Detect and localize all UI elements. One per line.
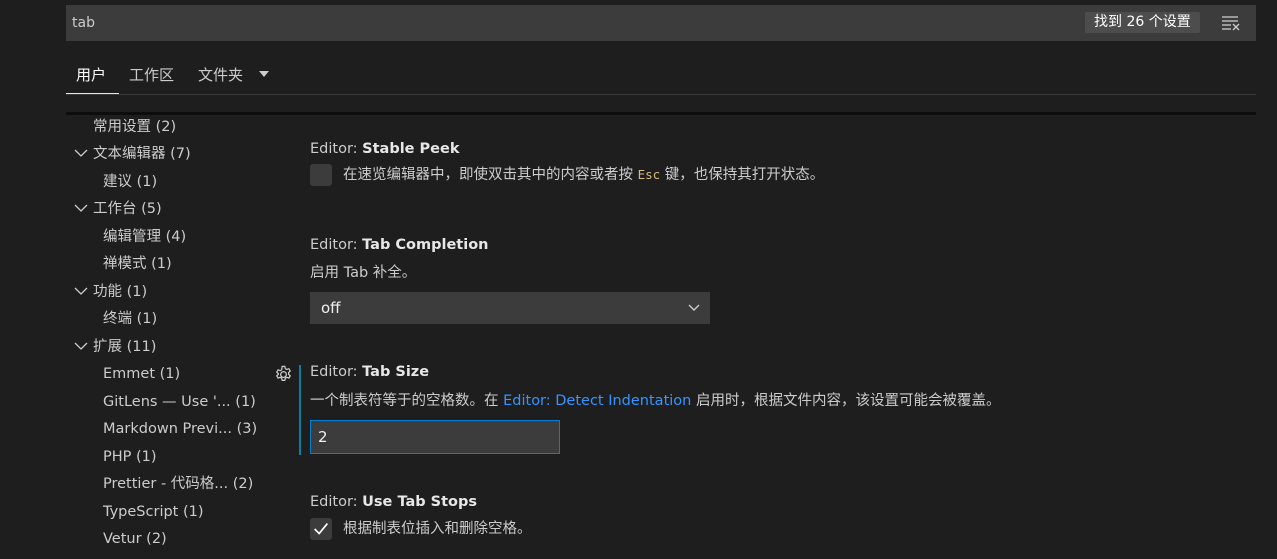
toc-item-label: Markdown Previ... [103, 421, 232, 437]
setting-category: Editor: [310, 141, 363, 157]
chevron-down-icon [74, 342, 88, 350]
settings-search-bar: 找到 26 个设置 [66, 5, 1256, 41]
description-text: 一个制表符等于的空格数。在 [310, 393, 504, 409]
toc-item-count: (1) [136, 174, 158, 190]
description-code: Esc [637, 167, 661, 182]
toc-item-emmet[interactable]: Emmet (1) [103, 361, 180, 387]
check-icon [314, 523, 328, 535]
toc-item-suggest[interactable]: 建议 (1) [103, 169, 157, 195]
setting-title-use-tab-stops: Editor: Use Tab Stops [310, 494, 477, 510]
toc-item-label: 建议 [103, 174, 132, 190]
setting-name: Use Tab Stops [362, 494, 478, 510]
toc-item-count: (2) [155, 119, 177, 135]
chevron-down-icon [688, 304, 700, 311]
toc-item-count: (1) [182, 504, 204, 520]
toc-item-label: 常用设置 [93, 119, 151, 135]
toc-item-count: (3) [236, 421, 258, 437]
toc-item-markdown-preview[interactable]: Markdown Previ... (3) [103, 416, 257, 442]
description-text: 在速览编辑器中，即使双击其中的内容或者按 [343, 167, 638, 183]
toc-item-count: (1) [235, 394, 256, 410]
description-text: 启用时，根据文件内容，该设置可能会被覆盖。 [691, 393, 1001, 409]
toc-item-extensions[interactable]: 扩展 (11) [73, 334, 156, 360]
setting-description-use-tab-stops: 根据制表位插入和删除空格。 [343, 521, 532, 537]
toc-item-label: 编辑管理 [103, 229, 161, 245]
toc-item-text-editor[interactable]: 文本编辑器 (7) [73, 141, 191, 167]
toc-item-count: (1) [136, 311, 158, 327]
toc-item-terminal[interactable]: 终端 (1) [103, 306, 157, 332]
toc-item-count: (1) [151, 256, 172, 272]
tab-size-input[interactable] [310, 420, 560, 454]
toc-item-label: GitLens — Use '... [103, 394, 231, 410]
detect-indentation-link[interactable]: Editor: Detect Indentation [503, 393, 691, 409]
result-count-badge: 找到 26 个设置 [1085, 12, 1200, 33]
toc-item-workbench[interactable]: 工作台 (5) [73, 196, 162, 222]
setting-name: Stable Peek [362, 141, 460, 157]
toc-item-count: (1) [159, 366, 181, 382]
tab-divider [66, 94, 1256, 95]
tab-user[interactable]: 用户 [66, 58, 119, 94]
toc-item-label: TypeScript [103, 504, 179, 520]
clear-filter-icon[interactable] [1221, 14, 1241, 32]
toc-item-common[interactable]: 常用设置 (2) [93, 114, 176, 140]
select-value: off [321, 299, 341, 317]
toc-item-label: Vetur [103, 531, 142, 547]
modified-indicator [299, 365, 301, 455]
toc-item-typescript[interactable]: TypeScript (1) [103, 499, 204, 525]
tab-workspace[interactable]: 工作区 [129, 58, 174, 94]
toc-item-label: 文本编辑器 [93, 146, 166, 162]
toc-item-count: (2) [146, 531, 167, 547]
setting-description-stable-peek: 在速览编辑器中，即使双击其中的内容或者按 Esc 键，也保持其打开状态。 [343, 164, 824, 186]
toc-item-prettier[interactable]: Prettier - 代码格... (2) [103, 471, 253, 497]
toc-item-gitlens[interactable]: GitLens — Use '... (1) [103, 389, 256, 415]
setting-category: Editor: [310, 237, 363, 253]
chevron-down-icon [74, 149, 88, 157]
toc-item-label: 扩展 [93, 339, 122, 355]
toc-item-label: 终端 [103, 311, 132, 327]
chevron-down-icon [74, 204, 88, 212]
toc-item-count: (11) [126, 339, 157, 355]
toc-item-label: 工作台 [93, 201, 137, 217]
use-tab-stops-checkbox[interactable] [310, 518, 332, 540]
description-text: 键，也保持其打开状态。 [660, 167, 825, 183]
setting-title-tab-completion: Editor: Tab Completion [310, 237, 488, 253]
toc-item-count: (7) [170, 146, 191, 162]
scroll-shadow [66, 112, 1256, 115]
setting-description-tab-size: 一个制表符等于的空格数。在 Editor: Detect Indentation… [310, 389, 1000, 410]
setting-title-stable-peek: Editor: Stable Peek [310, 141, 460, 157]
gear-icon[interactable] [274, 365, 293, 384]
chevron-down-icon [74, 287, 88, 295]
tab-folder[interactable]: 文件夹 [198, 58, 243, 94]
folder-dropdown-caret-icon[interactable] [258, 69, 270, 79]
toc-item-zen-mode[interactable]: 禅模式 (1) [103, 251, 172, 277]
toc-item-count: (2) [232, 476, 254, 492]
toc-item-vetur[interactable]: Vetur (2) [103, 526, 167, 552]
toc-item-editor-management[interactable]: 编辑管理 (4) [103, 224, 186, 250]
toc-item-label: Emmet [103, 366, 156, 382]
toc-item-count: (1) [136, 449, 157, 465]
setting-description-tab-completion: 启用 Tab 补全。 [310, 265, 417, 281]
toc-item-count: (1) [126, 284, 148, 300]
settings-search-input[interactable] [72, 5, 972, 41]
setting-name: Tab Completion [362, 237, 489, 253]
setting-category: Editor: [310, 364, 363, 380]
toc-item-label: 禅模式 [103, 256, 147, 272]
stable-peek-checkbox[interactable] [310, 164, 332, 186]
toc-item-label: Prettier - 代码格... [103, 476, 229, 492]
tab-completion-select[interactable]: off [310, 292, 710, 324]
toc-item-php[interactable]: PHP (1) [103, 444, 157, 470]
toc-item-features[interactable]: 功能 (1) [73, 279, 147, 305]
setting-name: Tab Size [362, 364, 430, 380]
toc-item-count: (5) [141, 201, 162, 217]
toc-item-count: (4) [165, 229, 187, 245]
toc-item-label: 功能 [93, 284, 122, 300]
setting-title-tab-size: Editor: Tab Size [310, 364, 429, 380]
setting-category: Editor: [310, 494, 363, 510]
toc-item-label: PHP [103, 449, 132, 465]
